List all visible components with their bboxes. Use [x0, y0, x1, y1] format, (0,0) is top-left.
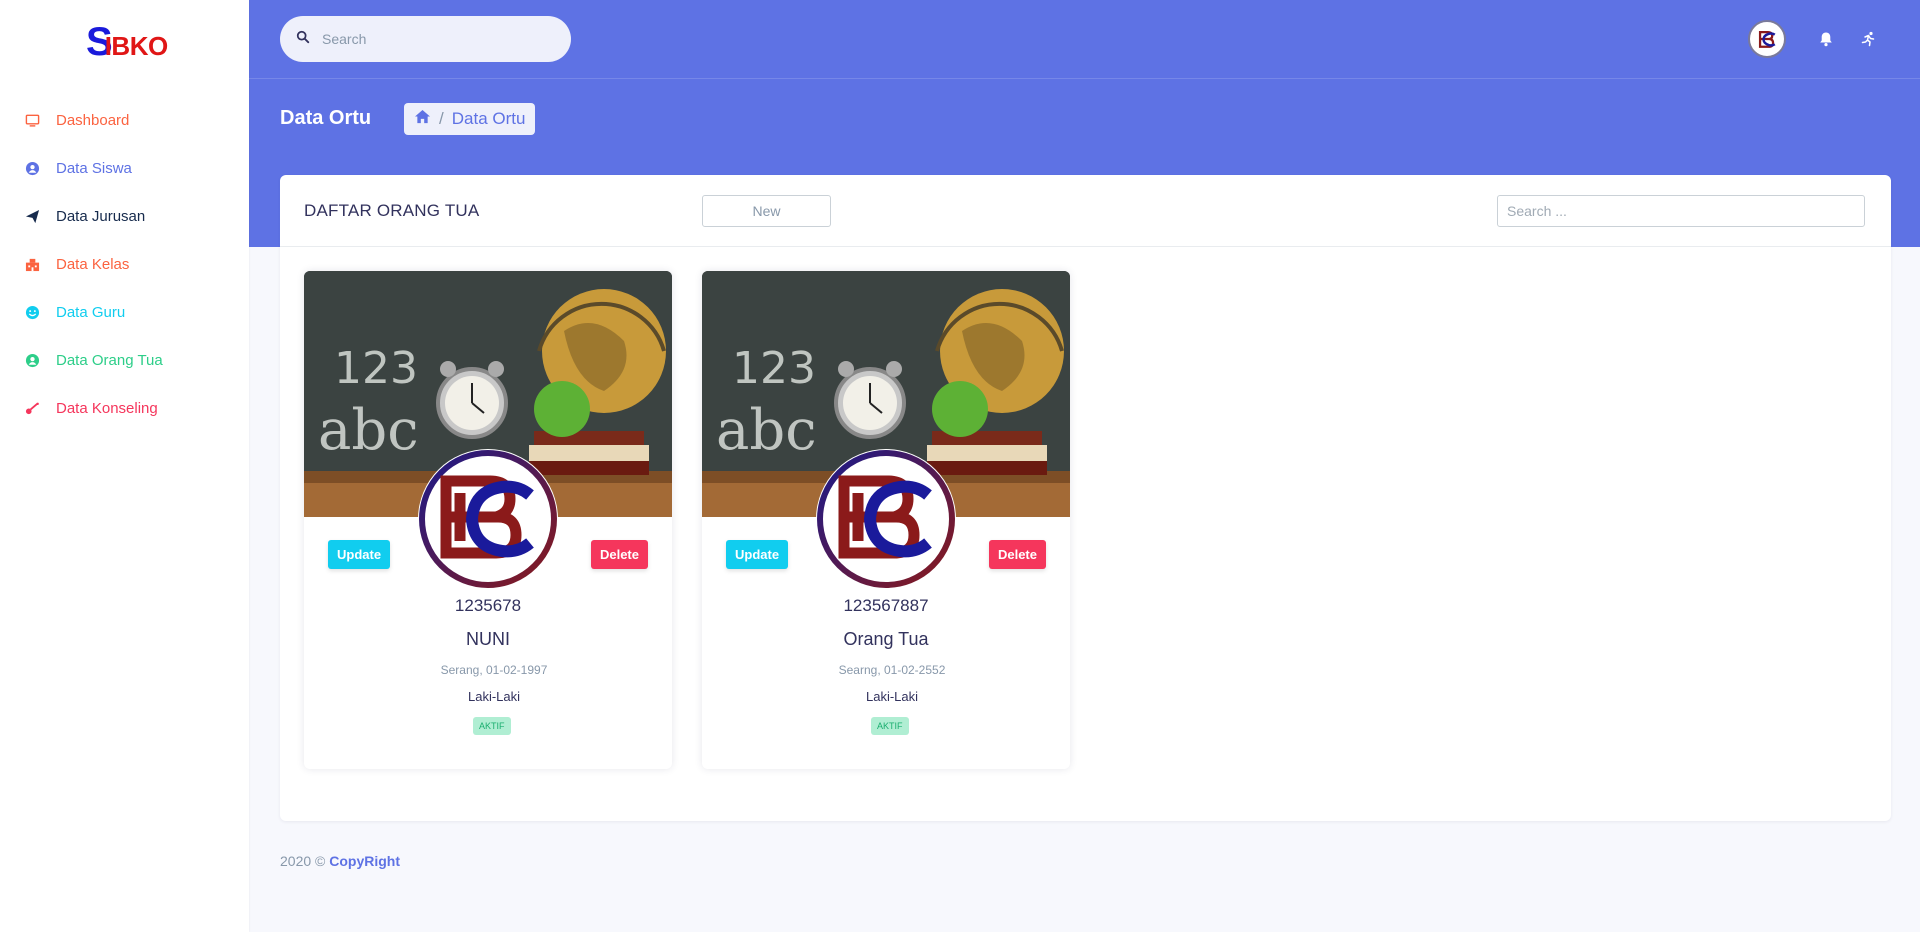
- avatar[interactable]: [1748, 20, 1786, 58]
- main-content: Data Ortu / Data Ortu DAFTAR ORANG TUA N…: [249, 0, 1920, 932]
- delete-button[interactable]: Delete: [988, 540, 1046, 569]
- sidebar-item-label: Data Siswa: [56, 159, 132, 177]
- breadcrumb-separator: /: [439, 109, 444, 128]
- avatar: [418, 449, 558, 589]
- panel-title: DAFTAR ORANG TUA: [304, 201, 480, 220]
- send-icon: [24, 208, 40, 224]
- svg-text:abc: abc: [716, 398, 817, 463]
- parent-name: NUNI: [466, 629, 510, 649]
- user-circle-icon: [24, 352, 40, 368]
- update-button[interactable]: Update: [726, 540, 789, 569]
- parent-card: 123 abc: [702, 271, 1070, 769]
- status-badge: AKTIF: [473, 717, 511, 735]
- parent-id: 123567887: [843, 596, 929, 615]
- sidebar-item-data-jurusan[interactable]: Data Jurusan: [0, 192, 249, 240]
- bc-logo-icon: [1758, 30, 1776, 48]
- footer: 2020 © CopyRight: [280, 853, 400, 869]
- parent-gender: Laki-Laki: [467, 689, 521, 704]
- key-icon: [24, 400, 40, 416]
- sidebar: S IBKO Dashboard Data Siswa Data Jurusan: [0, 0, 249, 932]
- logo-text: IBKO: [104, 31, 169, 61]
- monitor-icon: [24, 112, 40, 128]
- parent-gender: Laki-Laki: [865, 689, 919, 704]
- sidebar-item-label: Dashboard: [56, 111, 130, 129]
- building-icon: [24, 256, 40, 272]
- parent-birth-info: Searng, 01-02-2552: [838, 663, 946, 677]
- parent-name: Orang Tua: [843, 629, 929, 649]
- svg-text:123: 123: [334, 343, 418, 394]
- brand-logo[interactable]: S IBKO: [86, 22, 168, 62]
- sidebar-item-data-siswa[interactable]: Data Siswa: [0, 144, 249, 192]
- home-icon[interactable]: [414, 109, 431, 129]
- svg-text:abc: abc: [318, 398, 419, 463]
- sidebar-item-label: Data Konseling: [56, 399, 158, 417]
- topbar-icons: [1748, 20, 1884, 58]
- running-icon[interactable]: [1852, 23, 1884, 55]
- sidebar-item-label: Data Guru: [56, 303, 126, 321]
- panel-header: DAFTAR ORANG TUA New: [280, 175, 1891, 247]
- avatar: [816, 449, 956, 589]
- bell-icon[interactable]: [1810, 23, 1842, 55]
- delete-button[interactable]: Delete: [590, 540, 648, 569]
- search-icon: [296, 30, 310, 49]
- sidebar-item-data-orang-tua[interactable]: Data Orang Tua: [0, 336, 249, 384]
- sidebar-item-label: Data Orang Tua: [56, 351, 163, 369]
- breadcrumb-current: Data Ortu: [451, 109, 526, 128]
- parent-birth-info: Serang, 01-02-1997: [440, 663, 548, 677]
- new-button[interactable]: New: [702, 195, 831, 227]
- topbar: [249, 0, 1920, 79]
- sidebar-item-data-konseling[interactable]: Data Konseling: [0, 384, 249, 432]
- svg-text:123: 123: [732, 343, 816, 394]
- sidebar-item-data-kelas[interactable]: Data Kelas: [0, 240, 249, 288]
- page-title: Data Ortu: [280, 107, 372, 129]
- update-button[interactable]: Update: [328, 540, 391, 569]
- smile-icon: [24, 304, 40, 320]
- footer-copyright: 2020 ©: [280, 853, 326, 869]
- breadcrumb: / Data Ortu: [404, 103, 536, 135]
- footer-link[interactable]: CopyRight: [329, 853, 400, 869]
- sidebar-item-label: Data Jurusan: [56, 207, 146, 225]
- parent-card: 123 abc: [304, 271, 672, 769]
- parents-panel: DAFTAR ORANG TUA New 123 abc: [280, 175, 1891, 821]
- bc-logo-icon: [419, 450, 557, 588]
- panel-search-input[interactable]: [1497, 195, 1865, 227]
- sidebar-item-dashboard[interactable]: Dashboard: [0, 96, 249, 144]
- sidebar-nav: Dashboard Data Siswa Data Jurusan Data K…: [0, 96, 249, 432]
- user-circle-icon: [24, 160, 40, 176]
- status-badge: AKTIF: [871, 717, 909, 735]
- sidebar-item-label: Data Kelas: [56, 255, 130, 273]
- bc-logo-icon: [817, 450, 955, 588]
- sidebar-item-data-guru[interactable]: Data Guru: [0, 288, 249, 336]
- search-input[interactable]: [322, 31, 542, 47]
- topbar-search[interactable]: [280, 16, 571, 62]
- parent-id: 1235678: [454, 596, 522, 615]
